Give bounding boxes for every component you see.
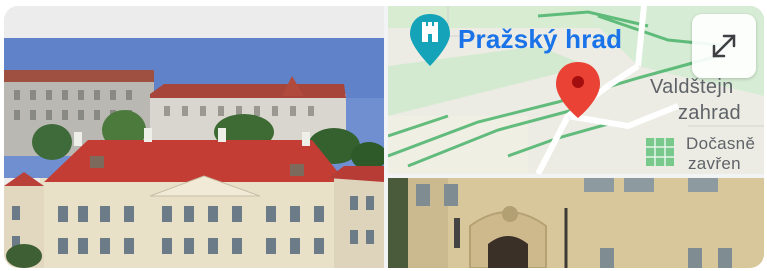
expand-map-button[interactable] [692, 14, 756, 78]
main-photo[interactable] [4, 6, 384, 268]
expand-icon [712, 34, 736, 58]
map-label-temp-line2: zavřen [688, 154, 741, 173]
secondary-photo[interactable] [388, 178, 764, 268]
map-preview[interactable]: Pražský hrad Valdštejn zahrad Dočasně za… [388, 6, 764, 174]
image-card: Pražský hrad Valdštejn zahrad Dočasně za… [4, 6, 764, 268]
map-label-temp-line1: Dočasně [686, 134, 756, 153]
map-label-garden-line1: Valdštejn [650, 76, 734, 98]
map-label-garden-line2: zahrad [678, 102, 741, 124]
map-label-castle: Pražský hrad [458, 24, 623, 54]
